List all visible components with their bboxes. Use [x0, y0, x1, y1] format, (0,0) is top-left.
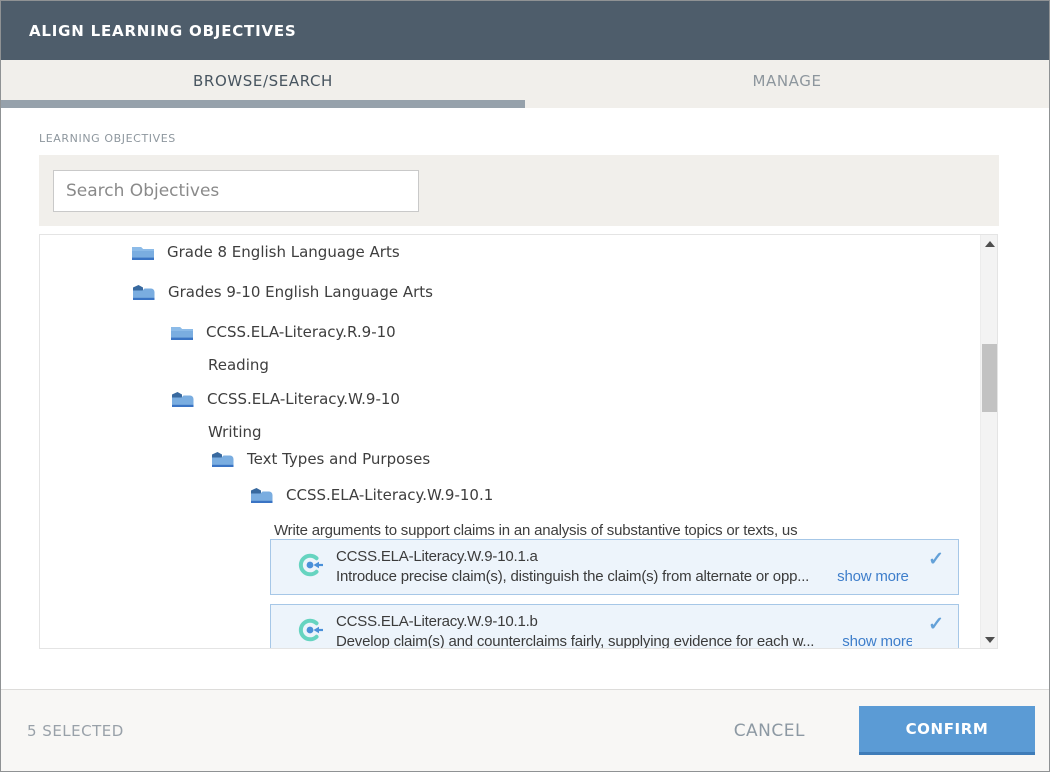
scroll-up-button[interactable] [981, 235, 998, 252]
objective-description: Develop claim(s) and counterclaims fairl… [336, 632, 814, 649]
objective-texts: CCSS.ELA-Literacy.W.9-10.1.b Develop cla… [336, 612, 912, 649]
objective-target-icon [297, 552, 324, 583]
tree-item-text-types[interactable]: Text Types and Purposes [40, 442, 980, 476]
tree-item-label: Text Types and Purposes [247, 450, 430, 468]
objective-card-w-9-10-1a[interactable]: CCSS.ELA-Literacy.W.9-10.1.a Introduce p… [270, 539, 959, 595]
cancel-button[interactable]: CANCEL [734, 721, 805, 741]
selected-check-icon: ✓ [928, 548, 944, 571]
tab-manage[interactable]: MANAGE [525, 60, 1049, 108]
tree-item-label: CCSS.ELA-Literacy.W.9-10.1 [286, 486, 493, 504]
learning-objectives-label: LEARNING OBJECTIVES [39, 132, 1049, 145]
objectives-tree: Grade 8 English Language Arts Grades 9-1… [39, 234, 998, 649]
folder-open-icon [171, 391, 194, 408]
objective-texts: CCSS.ELA-Literacy.W.9-10.1.a Introduce p… [336, 547, 912, 587]
folder-open-icon [211, 451, 234, 468]
triangle-down-icon [985, 637, 995, 643]
folder-closed-icon [171, 324, 193, 341]
objective-code: CCSS.ELA-Literacy.W.9-10.1.b [336, 612, 912, 632]
tree-scrollbar[interactable] [980, 235, 997, 648]
tree-item-ccss-w-9-10-1[interactable]: CCSS.ELA-Literacy.W.9-10.1 [40, 478, 980, 512]
scroll-down-button[interactable] [981, 631, 998, 648]
triangle-up-icon [985, 241, 995, 247]
folder-open-icon [250, 487, 273, 504]
tab-browse-search[interactable]: BROWSE/SEARCH [1, 60, 525, 108]
tree-item-label: Reading [208, 356, 269, 374]
tree-item-reading: Reading [40, 348, 980, 382]
search-panel [39, 155, 999, 226]
tree-item-ccss-w-9-10[interactable]: CCSS.ELA-Literacy.W.9-10 [40, 382, 980, 416]
tab-bar: BROWSE/SEARCH MANAGE [1, 60, 1049, 108]
show-more-link[interactable]: show more [842, 633, 912, 649]
tree-item-label: Grade 8 English Language Arts [167, 243, 400, 261]
objective-card-w-9-10-1b[interactable]: CCSS.ELA-Literacy.W.9-10.1.b Develop cla… [270, 604, 959, 649]
align-learning-objectives-dialog: ALIGN LEARNING OBJECTIVES BROWSE/SEARCH … [0, 0, 1050, 772]
tree-item-ccss-r-9-10[interactable]: CCSS.ELA-Literacy.R.9-10 [40, 315, 980, 349]
tree-item-label: Writing [208, 423, 262, 441]
tree-item-grade8[interactable]: Grade 8 English Language Arts [40, 235, 980, 269]
dialog-body: LEARNING OBJECTIVES Grade 8 English Lang… [1, 132, 1049, 649]
objective-target-icon [297, 617, 324, 648]
tree-item-label: Write arguments to support claims in an … [274, 522, 797, 539]
tree-item-grades9-10[interactable]: Grades 9-10 English Language Arts [40, 275, 980, 309]
confirm-button[interactable]: CONFIRM [859, 706, 1035, 755]
dialog-title: ALIGN LEARNING OBJECTIVES [29, 22, 297, 40]
selected-count: 5 SELECTED [27, 722, 734, 740]
tree-item-label: CCSS.ELA-Literacy.W.9-10 [207, 390, 400, 408]
scrollbar-thumb[interactable] [982, 344, 997, 412]
show-more-link[interactable]: show more [837, 568, 909, 585]
objective-description: Introduce precise claim(s), distinguish … [336, 567, 809, 587]
folder-open-icon [132, 284, 155, 301]
dialog-header: ALIGN LEARNING OBJECTIVES [1, 1, 1049, 60]
tree-item-label: Grades 9-10 English Language Arts [168, 283, 433, 301]
search-objectives-input[interactable] [53, 170, 419, 212]
objective-code: CCSS.ELA-Literacy.W.9-10.1.a [336, 547, 912, 567]
selected-check-icon: ✓ [928, 613, 944, 636]
dialog-footer: 5 SELECTED CANCEL CONFIRM [1, 689, 1049, 771]
tree-item-label: CCSS.ELA-Literacy.R.9-10 [206, 323, 396, 341]
folder-closed-icon [132, 244, 154, 261]
